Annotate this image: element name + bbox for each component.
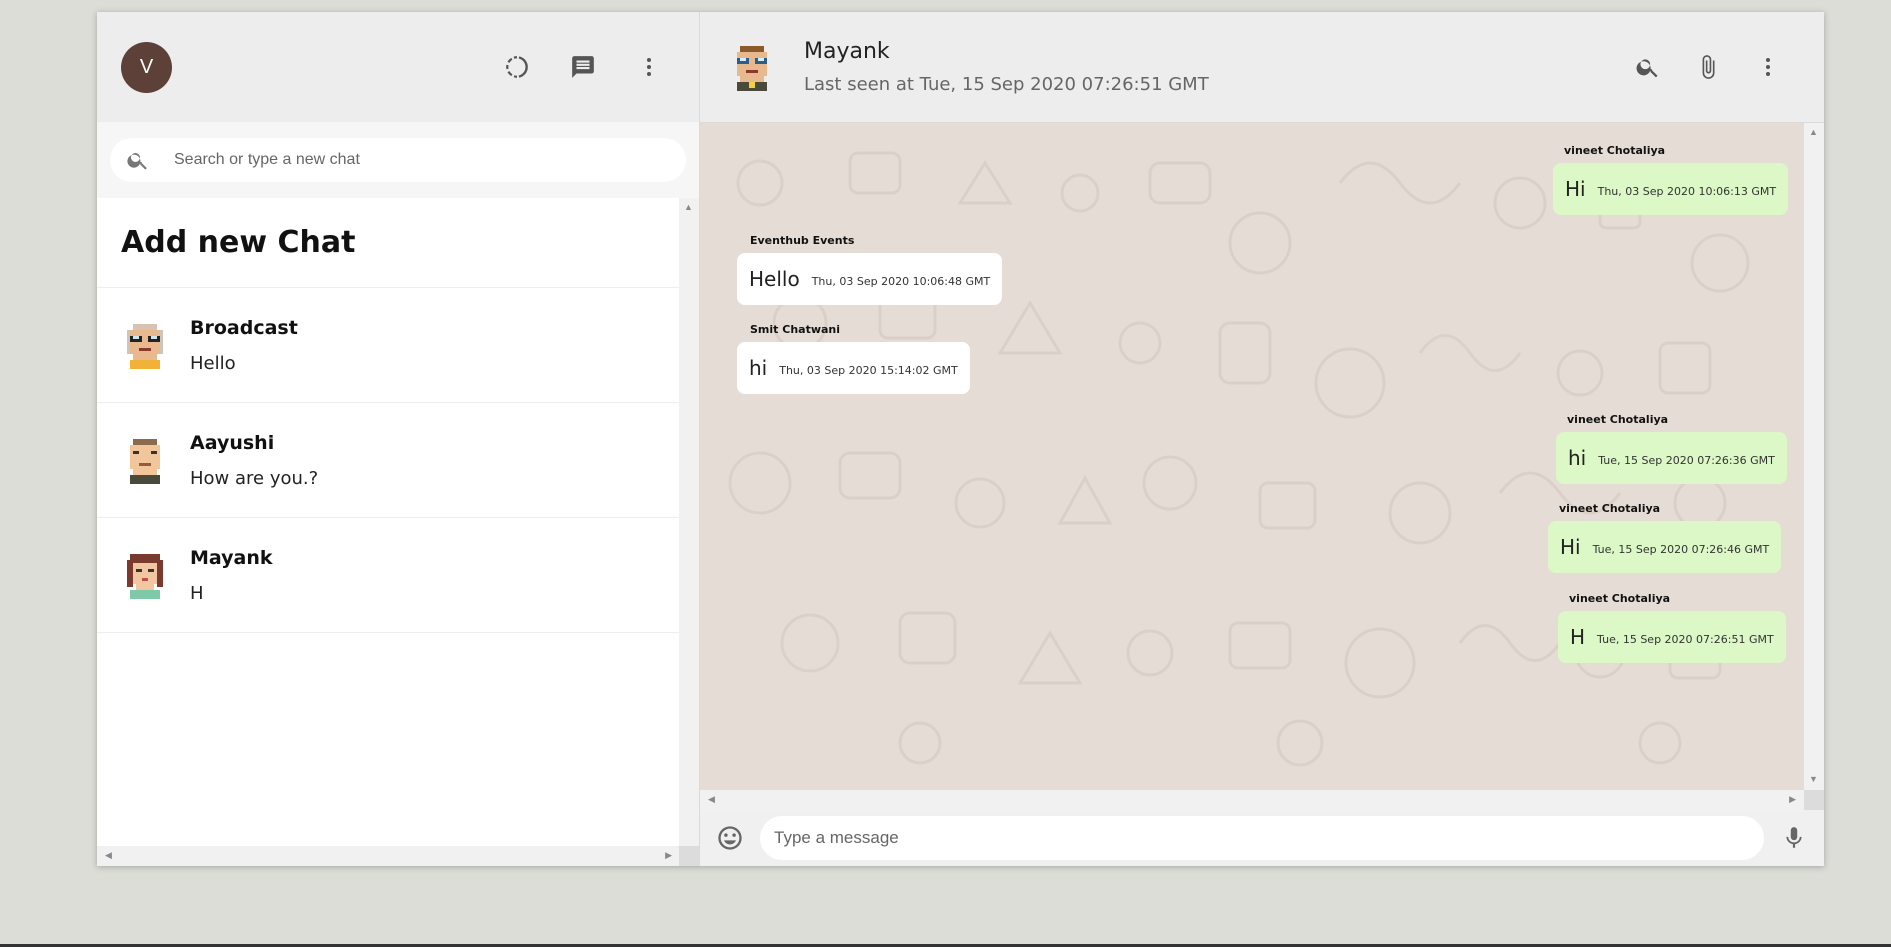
- scroll-right-icon[interactable]: ▶: [1789, 794, 1796, 805]
- menu-icon[interactable]: [633, 51, 665, 83]
- search-input[interactable]: [174, 151, 686, 169]
- message-bubble[interactable]: hi Thu, 03 Sep 2020 15:14:02 GMT: [737, 342, 970, 394]
- user-avatar[interactable]: V: [121, 41, 172, 93]
- message-text: hi: [749, 356, 768, 380]
- message-area[interactable]: vineet Chotaliya Hi Thu, 03 Sep 2020 10:…: [700, 123, 1824, 790]
- chat-name: Broadcast: [190, 316, 298, 339]
- attach-icon[interactable]: [1692, 51, 1724, 83]
- chat-header: Mayank Last seen at Tue, 15 Sep 2020 07:…: [700, 12, 1824, 123]
- mic-icon[interactable]: [1778, 822, 1810, 854]
- sidebar-vertical-scrollbar[interactable]: ▲ ▼: [679, 198, 699, 866]
- message-time: Tue, 15 Sep 2020 07:26:51 GMT: [1597, 632, 1774, 646]
- message-sender: vineet Chotaliya: [1559, 502, 1661, 515]
- search-icon: [127, 153, 147, 170]
- message-text: Hi: [1560, 535, 1581, 559]
- message-sender: vineet Chotaliya: [1564, 144, 1666, 157]
- scroll-up-icon[interactable]: ▲: [1809, 127, 1818, 137]
- scrollbar-corner: [679, 846, 699, 866]
- new-chat-icon[interactable]: [567, 51, 599, 83]
- message-text: H: [1570, 625, 1586, 649]
- message-time: Thu, 03 Sep 2020 10:06:13 GMT: [1597, 184, 1777, 198]
- message-time: Thu, 03 Sep 2020 15:14:02 GMT: [779, 363, 958, 377]
- scroll-up-icon[interactable]: ▲: [684, 202, 693, 212]
- chat-last-message: How are you.?: [190, 467, 319, 489]
- message-sender: Smit Chatwani: [750, 323, 841, 336]
- last-seen-status: Last seen at Tue, 15 Sep 2020 07:26:51 G…: [804, 74, 1209, 95]
- scrollbar-corner: [1804, 790, 1824, 810]
- message-time: Thu, 03 Sep 2020 10:06:48 GMT: [811, 274, 991, 288]
- chat-list-container: Add new Chat Broadcast Hello Aayushi How…: [97, 198, 699, 866]
- message-bubble[interactable]: Hi Tue, 15 Sep 2020 07:26:46 GMT: [1548, 521, 1782, 573]
- menu-icon[interactable]: [1752, 51, 1784, 83]
- message-vertical-scrollbar[interactable]: ▲ ▼: [1804, 123, 1824, 790]
- status-icon[interactable]: [501, 51, 533, 83]
- message-horizontal-scrollbar[interactable]: ◀ ▶: [700, 790, 1824, 810]
- message-bubble[interactable]: hi Tue, 15 Sep 2020 07:26:36 GMT: [1556, 432, 1787, 484]
- message-text: hi: [1568, 446, 1587, 470]
- add-new-chat[interactable]: Add new Chat: [97, 198, 680, 288]
- scroll-down-icon[interactable]: ▼: [1809, 774, 1818, 784]
- message-bubble[interactable]: Hi Thu, 03 Sep 2020 10:06:13 GMT: [1553, 163, 1789, 215]
- emoji-icon[interactable]: [714, 822, 746, 854]
- message-sender: vineet Chotaliya: [1567, 413, 1669, 426]
- chat-list: Add new Chat Broadcast Hello Aayushi How…: [97, 198, 680, 866]
- message-text: Hi: [1565, 177, 1586, 201]
- chat-name: Aayushi: [190, 431, 275, 454]
- sidebar: V Add new Chat: [97, 12, 700, 866]
- chat-panel: Mayank Last seen at Tue, 15 Sep 2020 07:…: [700, 12, 1824, 866]
- message-composer: [700, 810, 1824, 866]
- sidebar-horizontal-scrollbar[interactable]: ◀ ▶: [97, 846, 680, 866]
- app-window: V Add new Chat: [97, 12, 1824, 866]
- chat-name: Mayank: [190, 546, 273, 569]
- message-input-box: [760, 816, 1764, 860]
- avatar: [127, 554, 163, 599]
- message-sender: Eventhub Events: [750, 234, 855, 247]
- message-bubble[interactable]: H Tue, 15 Sep 2020 07:26:51 GMT: [1558, 611, 1786, 663]
- message-text: Hello: [749, 267, 800, 291]
- chat-item-broadcast[interactable]: Broadcast Hello: [97, 288, 680, 403]
- message-time: Tue, 15 Sep 2020 07:26:36 GMT: [1598, 453, 1775, 467]
- message-bubble[interactable]: Hello Thu, 03 Sep 2020 10:06:48 GMT: [737, 253, 1003, 305]
- scroll-left-icon[interactable]: ◀: [708, 794, 715, 805]
- search-icon[interactable]: [1632, 51, 1664, 83]
- avatar: [127, 324, 163, 369]
- contact-name: Mayank: [804, 39, 890, 64]
- chat-item-aayushi[interactable]: Aayushi How are you.?: [97, 403, 680, 518]
- chat-last-message: Hello: [190, 352, 236, 374]
- sidebar-header: V: [97, 12, 699, 122]
- contact-avatar[interactable]: [728, 42, 776, 92]
- message-time: Tue, 15 Sep 2020 07:26:46 GMT: [1592, 542, 1770, 556]
- search-box: [110, 138, 686, 182]
- search-bar: [97, 122, 699, 198]
- message-input[interactable]: [774, 828, 1764, 848]
- chat-last-message: H: [190, 582, 204, 604]
- scroll-left-icon[interactable]: ◀: [105, 850, 112, 861]
- scroll-right-icon[interactable]: ▶: [665, 850, 672, 861]
- chat-item-mayank[interactable]: Mayank H: [97, 518, 680, 633]
- avatar: [130, 439, 160, 484]
- message-sender: vineet Chotaliya: [1569, 592, 1671, 605]
